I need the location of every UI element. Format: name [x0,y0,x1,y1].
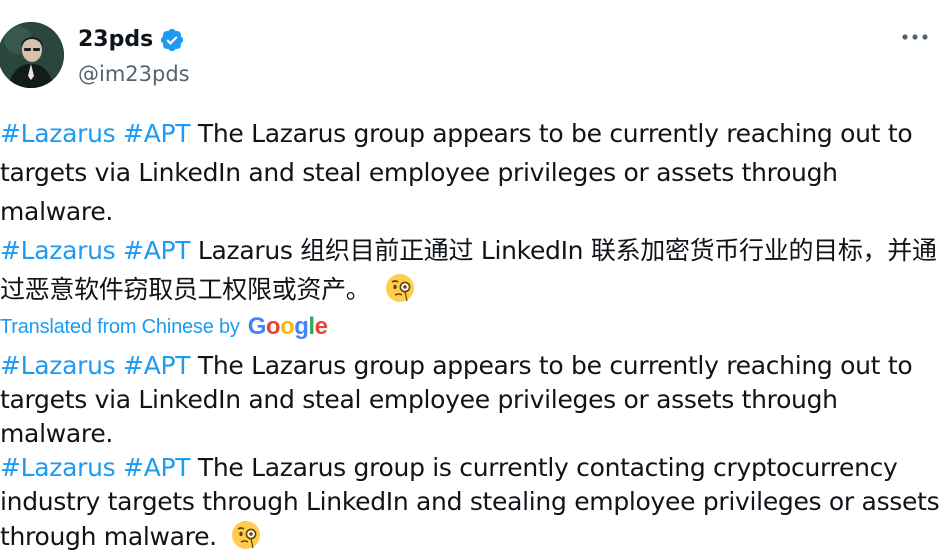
avatar-image [0,22,64,88]
google-logo: Google [247,313,328,340]
hashtag-link[interactable]: #APT [123,351,191,380]
hashtag-link[interactable]: #APT [123,236,191,265]
hashtag-link[interactable]: #APT [123,453,191,482]
hashtag-link[interactable]: #Lazarus [0,119,116,148]
translated-by-google[interactable]: Translated from Chinese by Google [0,309,940,345]
translated-label: Translated from Chinese by [0,315,240,338]
author-display-name[interactable]: 23pds [78,26,153,54]
hashtag-link[interactable]: #Lazarus [0,351,116,380]
more-options-button[interactable] [897,22,933,52]
translated-paragraph-1: #Lazarus #APT The Lazarus group appears … [0,349,940,451]
translated-paragraph-2: #Lazarus #APT The Lazarus group is curre… [0,451,940,554]
verified-badge-icon[interactable] [159,27,185,53]
tweet-header: 23pds @im23pds [0,0,947,100]
author-name-row: 23pds [78,26,185,54]
original-paragraph-english: #Lazarus #APT The Lazarus group appears … [0,114,940,231]
face-with-monocle-icon [230,519,262,551]
author-handle[interactable]: @im23pds [78,60,190,88]
hashtag-link[interactable]: #Lazarus [0,236,116,265]
avatar[interactable] [0,22,64,88]
face-with-monocle-icon [384,272,416,304]
original-paragraph-chinese: #Lazarus #APT Lazarus 组织目前正通过 LinkedIn 联… [0,231,940,309]
hashtag-link[interactable]: #Lazarus [0,453,116,482]
tweet-body: #Lazarus #APT The Lazarus group appears … [0,114,940,554]
more-options-icon [902,34,928,40]
hashtag-link[interactable]: #APT [123,119,191,148]
